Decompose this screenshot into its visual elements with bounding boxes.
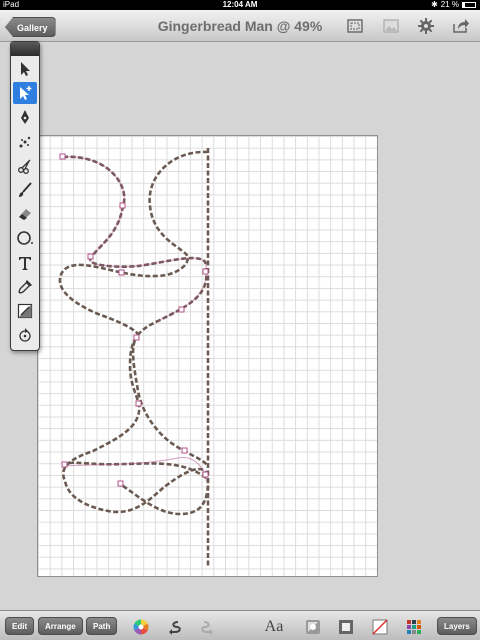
drawing-canvas[interactable] bbox=[37, 135, 378, 577]
node-handle bbox=[87, 253, 94, 260]
pen-icon[interactable] bbox=[13, 106, 37, 128]
bottom-toolbar: Edit Arrange Path Aa Layers bbox=[0, 610, 480, 640]
node-handle bbox=[118, 269, 125, 276]
share-icon[interactable] bbox=[451, 16, 471, 36]
scissors-icon[interactable] bbox=[13, 155, 37, 177]
eyedropper-icon[interactable] bbox=[13, 276, 37, 298]
eraser-icon[interactable] bbox=[13, 203, 37, 225]
edit-button[interactable]: Edit bbox=[5, 617, 35, 635]
status-bar: iPad 12:04 AM ✱ 21 % bbox=[0, 0, 480, 10]
swatches-icon[interactable] bbox=[404, 617, 424, 637]
brush-icon[interactable] bbox=[13, 179, 37, 201]
node-handle bbox=[178, 306, 185, 313]
node-handle bbox=[202, 268, 209, 275]
color-wheel-icon[interactable] bbox=[131, 617, 151, 637]
body-left-curve bbox=[62, 267, 210, 516]
node-handle bbox=[117, 480, 124, 487]
node-handle bbox=[135, 400, 142, 407]
bluetooth-icon: ✱ bbox=[431, 0, 438, 9]
clock: 12:04 AM bbox=[222, 0, 258, 9]
document-title: Gingerbread Man @ 49% bbox=[157, 18, 323, 34]
palette-grip[interactable] bbox=[11, 42, 39, 56]
battery-icon bbox=[462, 2, 476, 8]
body-center-curve bbox=[131, 333, 210, 467]
selection-outline bbox=[62, 156, 207, 482]
anchor-nodes[interactable] bbox=[59, 153, 209, 487]
text-icon[interactable] bbox=[13, 252, 37, 274]
redo-icon[interactable] bbox=[197, 617, 217, 637]
fit-screen-icon[interactable] bbox=[345, 16, 365, 36]
undo-icon[interactable] bbox=[165, 617, 185, 637]
image-icon[interactable] bbox=[381, 16, 401, 36]
node-handle bbox=[59, 153, 66, 160]
no-stroke-icon[interactable] bbox=[370, 617, 390, 637]
gingerbread-man-drawing[interactable] bbox=[38, 136, 379, 578]
node-handle bbox=[61, 461, 68, 468]
battery-percent: 21 % bbox=[440, 0, 459, 9]
node-handle bbox=[119, 202, 126, 209]
layers-button[interactable]: Layers bbox=[437, 617, 477, 635]
gradient-icon[interactable] bbox=[13, 300, 37, 322]
tool-palette bbox=[10, 41, 40, 351]
shadow-icon[interactable] bbox=[303, 617, 323, 637]
ellipse-icon[interactable] bbox=[13, 227, 37, 249]
path-button[interactable]: Path bbox=[86, 617, 118, 635]
scatter-icon[interactable] bbox=[13, 131, 37, 153]
fill-icon[interactable] bbox=[336, 617, 356, 637]
status-right: ✱ 21 % bbox=[431, 0, 476, 10]
node-handle bbox=[202, 471, 209, 478]
gear-icon[interactable] bbox=[416, 16, 436, 36]
navigation-bar: Gallery Gingerbread Man @ 49% bbox=[0, 10, 480, 42]
head-left-curve bbox=[62, 155, 208, 269]
node-handle bbox=[133, 334, 140, 341]
rotate-icon[interactable] bbox=[13, 324, 37, 346]
select-arrow-icon[interactable] bbox=[13, 58, 37, 80]
node-select-icon[interactable] bbox=[13, 82, 37, 105]
arrange-button[interactable]: Arrange bbox=[38, 617, 83, 635]
dashed-path-group bbox=[58, 148, 210, 568]
text-style-icon[interactable]: Aa bbox=[262, 617, 286, 637]
node-handle bbox=[181, 447, 188, 454]
